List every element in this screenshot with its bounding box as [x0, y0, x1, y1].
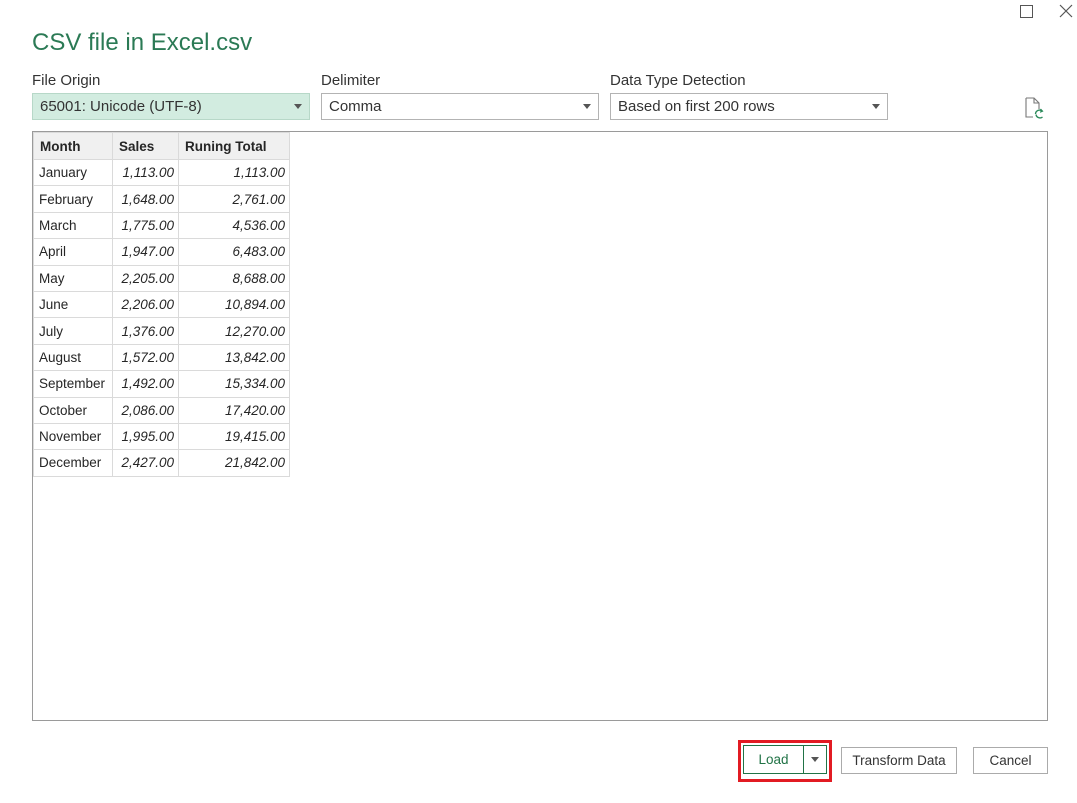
cell-running-total: 4,536.00 [178, 211, 290, 240]
cell-running-total: 6,483.00 [178, 238, 290, 266]
cell-sales: 1,492.00 [112, 370, 179, 398]
table-row: July 1,376.00 12,270.00 [33, 317, 290, 345]
data-type-detection-dropdown[interactable]: Based on first 200 rows [610, 93, 888, 120]
load-split-button: Load [743, 745, 827, 774]
load-options-button[interactable] [804, 746, 826, 773]
table-row: August 1,572.00 13,842.00 [33, 343, 290, 372]
chevron-down-icon [865, 104, 887, 109]
cell-running-total: 13,842.00 [178, 343, 290, 372]
cell-running-total: 2,761.00 [178, 185, 290, 213]
cell-running-total: 8,688.00 [178, 264, 290, 292]
cancel-button[interactable]: Cancel [973, 747, 1048, 774]
column-header-month: Month [33, 132, 113, 160]
chevron-down-icon [811, 757, 819, 762]
load-button[interactable]: Load [744, 746, 804, 773]
cell-month: December [33, 449, 113, 477]
file-origin-label: File Origin [32, 72, 101, 89]
table-row: May 2,205.00 8,688.00 [33, 264, 290, 292]
cell-month: September [33, 370, 113, 398]
cell-sales: 2,205.00 [112, 264, 179, 292]
cell-sales: 2,086.00 [112, 396, 179, 424]
cell-month: February [33, 185, 113, 213]
cell-sales: 2,206.00 [112, 290, 179, 319]
table-row: June 2,206.00 10,894.00 [33, 290, 290, 319]
cell-running-total: 19,415.00 [178, 422, 290, 451]
cell-running-total: 15,334.00 [178, 370, 290, 398]
close-button[interactable] [1049, 0, 1077, 22]
table-row: January 1,113.00 1,113.00 [33, 158, 290, 187]
cell-sales: 1,995.00 [112, 422, 179, 451]
cell-running-total: 12,270.00 [178, 317, 290, 345]
table-header-row: Month Sales Runing Total [33, 132, 290, 160]
maximize-icon [1019, 4, 1033, 18]
table-row: December 2,427.00 21,842.00 [33, 449, 290, 477]
cell-running-total: 17,420.00 [178, 396, 290, 424]
delimiter-dropdown[interactable]: Comma [321, 93, 599, 120]
cell-month: August [33, 343, 113, 372]
cell-month: April [33, 238, 113, 266]
file-origin-dropdown[interactable]: 65001: Unicode (UTF-8) [32, 93, 310, 120]
chevron-down-icon [287, 104, 309, 109]
column-header-sales: Sales [112, 132, 179, 160]
column-header-running-total: Runing Total [178, 132, 290, 160]
cell-month: March [33, 211, 113, 240]
cell-month: July [33, 317, 113, 345]
data-type-detection-value: Based on first 200 rows [618, 98, 775, 115]
preview-table: Month Sales Runing Total January 1,113.0… [33, 132, 290, 477]
cell-running-total: 1,113.00 [178, 158, 290, 187]
table-row: September 1,492.00 15,334.00 [33, 370, 290, 398]
table-row: November 1,995.00 19,415.00 [33, 422, 290, 451]
data-preview-pane[interactable]: Month Sales Runing Total January 1,113.0… [32, 131, 1048, 721]
refresh-file-icon [1025, 97, 1044, 119]
cell-running-total: 21,842.00 [178, 449, 290, 477]
table-row: April 1,947.00 6,483.00 [33, 238, 290, 266]
table-row: February 1,648.00 2,761.00 [33, 185, 290, 213]
table-row: October 2,086.00 17,420.00 [33, 396, 290, 424]
cell-running-total: 10,894.00 [178, 290, 290, 319]
delimiter-value: Comma [329, 98, 382, 115]
data-type-detection-label: Data Type Detection [610, 72, 746, 89]
close-icon [1059, 4, 1073, 18]
cell-sales: 2,427.00 [112, 449, 179, 477]
chevron-down-icon [576, 104, 598, 109]
cell-sales: 1,775.00 [112, 211, 179, 240]
file-origin-value: 65001: Unicode (UTF-8) [40, 98, 202, 115]
cell-sales: 1,572.00 [112, 343, 179, 372]
dialog-title: CSV file in Excel.csv [32, 29, 253, 56]
cell-sales: 1,947.00 [112, 238, 179, 266]
refresh-button[interactable] [1024, 97, 1044, 119]
cell-month: January [33, 158, 113, 187]
cell-sales: 1,113.00 [112, 158, 179, 187]
cell-sales: 1,376.00 [112, 317, 179, 345]
cell-month: November [33, 422, 113, 451]
transform-data-button[interactable]: Transform Data [841, 747, 957, 774]
delimiter-label: Delimiter [321, 72, 381, 89]
cell-month: October [33, 396, 113, 424]
cell-month: June [33, 290, 113, 319]
cell-sales: 1,648.00 [112, 185, 179, 213]
table-row: March 1,775.00 4,536.00 [33, 211, 290, 240]
maximize-button[interactable] [1009, 0, 1043, 22]
cell-month: May [33, 264, 113, 292]
